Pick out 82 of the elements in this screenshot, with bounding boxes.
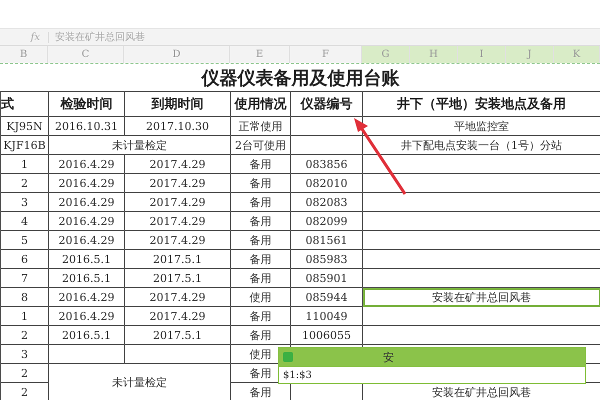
table-cell: 110049 bbox=[290, 306, 362, 326]
table-cell: 3 bbox=[0, 344, 48, 364]
table-cell: 未计量检定 bbox=[48, 364, 230, 400]
formula-value[interactable]: 安装在矿井总回风巷 bbox=[49, 30, 145, 44]
table-cell: 2017.4.29 bbox=[124, 306, 230, 326]
table-cell: 备用 bbox=[230, 192, 290, 212]
sheet-title: 仪器仪表备用及使用台账 bbox=[0, 64, 600, 92]
table-cell: 2017.5.1 bbox=[124, 326, 230, 344]
column-header[interactable]: J bbox=[506, 46, 554, 63]
table-cell: 1 bbox=[0, 154, 48, 174]
table-cell: 2017.4.29 bbox=[124, 192, 230, 212]
table-cell: 备用 bbox=[230, 306, 290, 326]
table-cell: 2016.4.29 bbox=[48, 154, 124, 174]
table-cell: 2016.4.29 bbox=[48, 230, 124, 250]
column-header[interactable]: K bbox=[554, 46, 600, 63]
table-cell: 2 bbox=[0, 326, 48, 344]
table-cell: 085944 bbox=[290, 288, 362, 306]
table-cell: 备用 bbox=[230, 268, 290, 288]
table-cell: 未计量检定 bbox=[48, 136, 230, 154]
table-cell: 1006055 bbox=[290, 326, 362, 344]
table-cell: 082099 bbox=[290, 212, 362, 230]
column-header[interactable]: G bbox=[362, 46, 410, 63]
table-cell: 2016.4.29 bbox=[48, 174, 124, 192]
column-header[interactable]: F bbox=[290, 46, 362, 63]
table-cell: 安装在矿井总回风巷 bbox=[362, 288, 600, 306]
table-cell: 5 bbox=[0, 230, 48, 250]
table-cell: 082010 bbox=[290, 174, 362, 192]
table-cell: 7 bbox=[0, 268, 48, 288]
column-heading: 使用情况 bbox=[230, 92, 290, 116]
table-cell: 2 bbox=[0, 364, 48, 382]
table-cell: 8 bbox=[0, 288, 48, 306]
table-cell: 2016.5.1 bbox=[48, 268, 124, 288]
table-cell: 2017.4.29 bbox=[124, 212, 230, 230]
table-cell: 2017.4.29 bbox=[124, 154, 230, 174]
table-cell: 正常使用 bbox=[230, 116, 290, 136]
column-header[interactable]: H bbox=[410, 46, 458, 63]
table-cell: 2016.4.29 bbox=[48, 288, 124, 306]
table-cell: 085901 bbox=[290, 268, 362, 288]
table-cell: 085983 bbox=[290, 250, 362, 268]
table-cell: 使用 bbox=[230, 288, 290, 306]
table-cell: 备用 bbox=[230, 154, 290, 174]
table-cell: 备用 bbox=[230, 212, 290, 230]
column-heading: 井下（平地）安装地点及备用 bbox=[362, 92, 600, 116]
table-cell: 2016.5.1 bbox=[48, 326, 124, 344]
table-cell: 2016.4.29 bbox=[48, 212, 124, 230]
table-cell: KJ95N bbox=[0, 116, 48, 136]
column-header[interactable]: E bbox=[230, 46, 290, 63]
column-heading: 检验时间 bbox=[48, 92, 124, 116]
column-header[interactable]: I bbox=[458, 46, 506, 63]
sheet-icon bbox=[283, 352, 293, 362]
table-cell: 2016.4.29 bbox=[48, 192, 124, 212]
column-heading: 仪器编号 bbox=[290, 92, 362, 116]
column-header[interactable]: D bbox=[124, 46, 230, 63]
column-heading: 式 bbox=[0, 92, 48, 116]
column-header[interactable]: C bbox=[48, 46, 124, 63]
table-cell: 2017.5.1 bbox=[124, 268, 230, 288]
table-cell: 备用 bbox=[230, 250, 290, 268]
table-cell: 083856 bbox=[290, 154, 362, 174]
table-cell: 2台可使用 bbox=[230, 136, 290, 154]
table-cell: 2 bbox=[0, 174, 48, 192]
table-cell: 2017.4.29 bbox=[124, 174, 230, 192]
table-cell: 2017.4.29 bbox=[124, 230, 230, 250]
table-cell: 备用 bbox=[230, 326, 290, 344]
table-cell: 2017.5.1 bbox=[124, 250, 230, 268]
table-cell: 081561 bbox=[290, 230, 362, 250]
table-cell: 082083 bbox=[290, 192, 362, 212]
fx-label[interactable]: fx bbox=[0, 32, 49, 42]
table-cell: 1 bbox=[0, 306, 48, 326]
table-cell: 备用 bbox=[230, 174, 290, 192]
table-cell: 6 bbox=[0, 250, 48, 268]
table-cell: 3 bbox=[0, 192, 48, 212]
dialog-title: 安 bbox=[383, 350, 394, 364]
table-cell: 2017.4.29 bbox=[124, 288, 230, 306]
table-cell: 2017.10.30 bbox=[124, 116, 230, 136]
table-cell: 2016.5.1 bbox=[48, 250, 124, 268]
column-heading: 到期时间 bbox=[124, 92, 230, 116]
table-cell: 2016.4.29 bbox=[48, 306, 124, 326]
column-header[interactable]: B bbox=[0, 46, 48, 63]
table-cell: KJF16B bbox=[0, 136, 48, 154]
table-cell: 2016.10.31 bbox=[48, 116, 124, 136]
table-cell: 4 bbox=[0, 212, 48, 230]
table-cell: 备用 bbox=[230, 230, 290, 250]
